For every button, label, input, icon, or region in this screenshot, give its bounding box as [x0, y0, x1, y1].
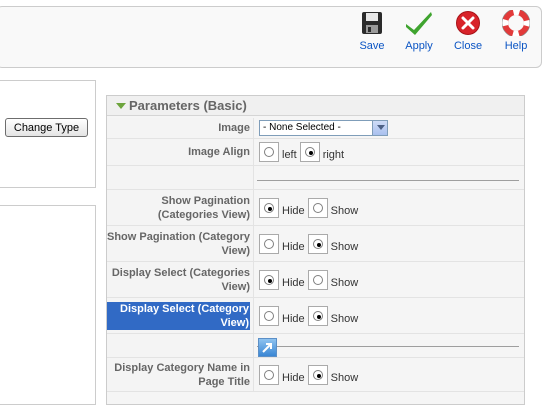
show-pagination-category-label: Show Pagination (Category View) — [107, 226, 254, 261]
spacer-key — [107, 166, 254, 189]
display-category-name-label: Display Category Name in Page Title — [107, 358, 254, 391]
show-label: Show — [330, 204, 359, 217]
help-label: Help — [504, 40, 528, 52]
pagination-category-show-radio[interactable] — [307, 233, 328, 254]
align-left-radio[interactable] — [259, 142, 279, 162]
align-right-radio[interactable] — [299, 142, 320, 162]
select-category-hide-radio[interactable] — [259, 305, 279, 326]
select-categories-show-radio[interactable] — [307, 269, 328, 290]
divider-line — [257, 180, 519, 181]
pagination-category-hide-radio[interactable] — [259, 233, 279, 254]
close-icon — [456, 11, 480, 35]
expand-triangle-icon — [116, 103, 126, 109]
show-label: Show — [330, 312, 359, 325]
align-right-label: right — [322, 149, 345, 161]
help-button[interactable]: Help — [494, 10, 538, 62]
image-select[interactable]: - None Selected - — [259, 120, 388, 136]
parameters-panel: Parameters (Basic) Image - None Selected… — [106, 95, 525, 405]
image-label: Image — [107, 118, 254, 138]
category-name-hide-radio[interactable] — [259, 364, 279, 385]
row-image: Image - None Selected - — [107, 118, 524, 139]
row-show-pagination-category: Show Pagination (Category View) Hide Sho… — [107, 226, 524, 262]
content-panel — [0, 205, 96, 405]
show-label: Show — [330, 371, 359, 384]
lifebuoy-icon — [502, 10, 530, 36]
align-left-label: left — [282, 149, 297, 161]
display-select-category-label: Display Select (Category View) — [107, 301, 250, 330]
pagination-categories-show-radio[interactable] — [307, 197, 328, 218]
close-label: Close — [453, 40, 483, 52]
show-pagination-categories-label: Show Pagination (Categories View) — [107, 190, 254, 225]
image-align-label: Image Align — [107, 139, 254, 165]
display-select-categories-label: Display Select (Categories View) — [107, 262, 254, 297]
hide-label: Hide — [282, 276, 305, 289]
show-label: Show — [330, 240, 359, 253]
chevron-down-icon[interactable] — [372, 121, 387, 135]
hide-label: Hide — [282, 240, 305, 253]
row-display-select-categories: Display Select (Categories View) Hide Sh… — [107, 262, 524, 298]
close-button[interactable]: Close — [446, 10, 490, 62]
apply-label: Apply — [405, 40, 433, 52]
apply-button[interactable]: Apply — [397, 10, 441, 62]
row-spacer-1 — [107, 166, 524, 190]
display-select-category-key: Display Select (Category View) — [107, 298, 254, 333]
select-category-show-radio[interactable] — [307, 305, 328, 326]
parameters-title: Parameters (Basic) — [129, 98, 247, 113]
image-select-value: - None Selected - — [263, 122, 341, 133]
row-image-align: Image Align left right — [107, 139, 524, 166]
save-button[interactable]: Save — [350, 10, 394, 62]
change-type-button[interactable]: Change Type — [5, 118, 88, 137]
pagination-categories-hide-radio[interactable] — [259, 197, 279, 218]
show-label: Show — [330, 276, 359, 289]
parameters-header[interactable]: Parameters (Basic) — [107, 96, 524, 116]
save-icon — [362, 12, 382, 34]
category-name-show-radio[interactable] — [307, 364, 328, 385]
checkmark-icon — [406, 12, 432, 35]
row-display-category-name: Display Category Name in Page Title Hide… — [107, 358, 524, 392]
hide-label: Hide — [282, 371, 305, 384]
hide-label: Hide — [282, 312, 305, 325]
row-show-pagination-categories: Show Pagination (Categories View) Hide S… — [107, 190, 524, 226]
row-display-select-category: Display Select (Category View) Hide Show — [107, 298, 524, 334]
hide-label: Hide — [282, 204, 305, 217]
divider-line — [257, 346, 519, 347]
select-categories-hide-radio[interactable] — [259, 269, 279, 290]
save-label: Save — [359, 40, 385, 52]
arrow-up-right-icon[interactable] — [258, 338, 277, 357]
spacer-key — [107, 334, 254, 357]
arrow-glyph — [262, 343, 272, 353]
